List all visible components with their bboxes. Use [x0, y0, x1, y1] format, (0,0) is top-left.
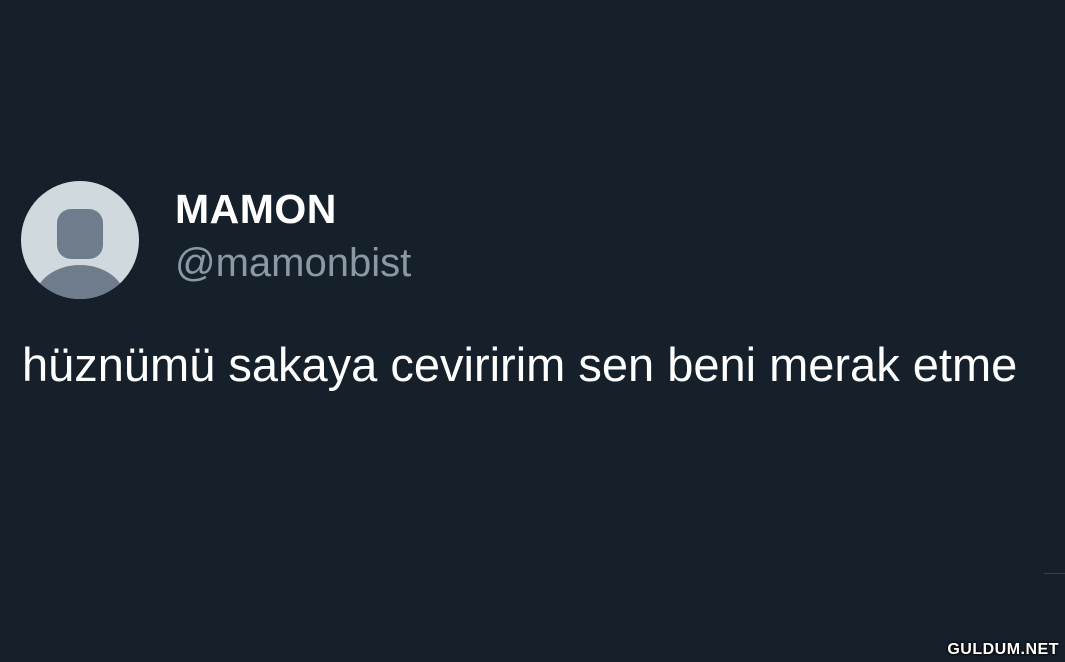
watermark: GULDUM.NET	[947, 641, 1059, 658]
user-handle[interactable]: @mamonbist	[175, 239, 411, 287]
tweet-card: MAMON @mamonbist hüznümü sakaya ceviriri…	[0, 0, 1065, 662]
default-profile-icon	[35, 209, 125, 299]
avatar[interactable]	[21, 181, 139, 299]
tweet-text: hüznümü sakaya ceviririm sen beni merak …	[22, 338, 1018, 391]
divider	[1044, 573, 1065, 574]
display-name[interactable]: MAMON	[175, 185, 337, 233]
